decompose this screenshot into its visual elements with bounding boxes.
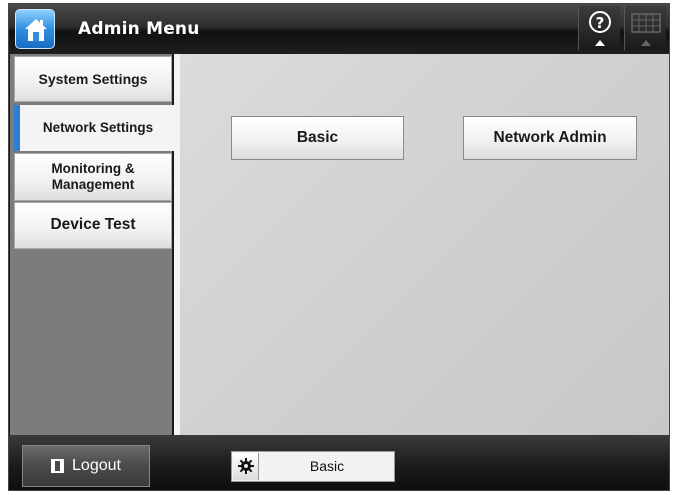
help-button[interactable]: ? [578,6,620,50]
logout-button[interactable]: Logout [22,445,150,487]
sidebar-item-system-settings[interactable]: System Settings [14,56,172,102]
home-button[interactable] [15,9,55,49]
sidebar-item-monitoring-management[interactable]: Monitoring & Management [14,153,172,201]
sidebar: System Settings Network Settings Monitor… [10,54,176,435]
svg-text:?: ? [596,14,605,32]
network-admin-button[interactable]: Network Admin [463,116,637,160]
header-bar: Admin Menu ? [9,4,669,54]
sidebar-item-network-settings[interactable]: Network Settings [14,105,176,151]
help-icon: ? [589,11,611,46]
sidebar-item-device-test[interactable]: Device Test [14,202,172,249]
app-window: Admin Menu ? System Settings Network Set… [8,3,670,491]
keyboard-icon [631,13,661,46]
keyboard-button[interactable] [624,6,666,50]
home-icon [25,19,47,41]
logout-label: Logout [72,457,121,474]
gear-icon [233,453,259,480]
mode-indicator: Basic [231,451,395,482]
mode-label: Basic [309,458,345,474]
page-title: Admin Menu [78,19,200,39]
footer-bar: Logout Basic [9,435,669,490]
basic-button[interactable]: Basic [231,116,404,160]
logout-icon [51,459,65,473]
main-content: Basic Network Admin [174,54,669,435]
